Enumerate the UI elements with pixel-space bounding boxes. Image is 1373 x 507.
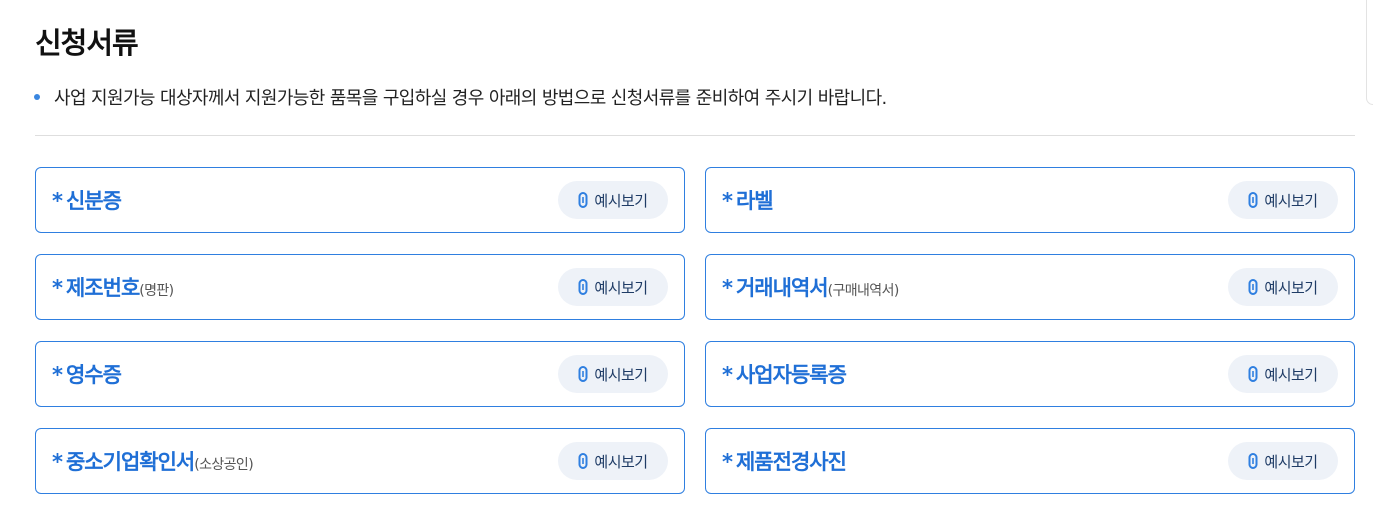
example-view-button[interactable]: 예시보기 [558, 442, 668, 480]
document-card: * 제조번호 (명판) 예시보기 [35, 254, 685, 320]
document-sub: (명판) [139, 283, 174, 299]
notice-text: 사업 지원가능 대상자께서 지원가능한 품목을 구입하실 경우 아래의 방법으로… [54, 88, 887, 109]
required-star: * [52, 276, 63, 300]
paperclip-icon [1248, 279, 1258, 295]
example-view-button[interactable]: 예시보기 [1228, 181, 1338, 219]
document-label: * 제품전경사진 [722, 446, 847, 476]
document-name: 중소기업확인서 [65, 450, 195, 474]
example-view-button[interactable]: 예시보기 [1228, 268, 1338, 306]
document-card: * 영수증 예시보기 [35, 341, 685, 407]
document-label: * 제조번호 (명판) [52, 272, 174, 302]
example-view-label: 예시보기 [594, 452, 648, 471]
side-panel-edge [1366, 0, 1373, 105]
notice: 사업 지원가능 대상자께서 지원가능한 품목을 구입하실 경우 아래의 방법으로… [34, 84, 887, 110]
required-star: * [722, 189, 733, 213]
document-name: 신분증 [65, 189, 122, 213]
document-sub: (소상공인) [194, 457, 254, 473]
paperclip-icon [1248, 192, 1258, 208]
example-view-label: 예시보기 [1264, 452, 1318, 471]
document-label: * 신분증 [52, 185, 122, 215]
paperclip-icon [578, 279, 588, 295]
example-view-label: 예시보기 [1264, 191, 1318, 210]
document-sub: (구매내역서) [827, 283, 900, 299]
document-label: * 중소기업확인서 (소상공인) [52, 446, 254, 476]
document-card: * 제품전경사진 예시보기 [705, 428, 1355, 494]
document-label: * 사업자등록증 [722, 359, 847, 389]
paperclip-icon [578, 192, 588, 208]
document-card: * 사업자등록증 예시보기 [705, 341, 1355, 407]
document-card: * 거래내역서 (구매내역서) 예시보기 [705, 254, 1355, 320]
document-name: 라벨 [735, 189, 774, 213]
document-name: 사업자등록증 [735, 363, 847, 387]
document-label: * 영수증 [52, 359, 122, 389]
document-name: 거래내역서 [735, 276, 829, 300]
document-name: 영수증 [65, 363, 122, 387]
document-name: 제품전경사진 [735, 450, 847, 474]
document-name: 제조번호 [65, 276, 140, 300]
example-view-button[interactable]: 예시보기 [1228, 442, 1338, 480]
example-view-label: 예시보기 [594, 278, 648, 297]
paperclip-icon [578, 453, 588, 469]
document-card: * 중소기업확인서 (소상공인) 예시보기 [35, 428, 685, 494]
page-title: 신청서류 [35, 26, 139, 60]
example-view-button[interactable]: 예시보기 [558, 268, 668, 306]
divider [35, 135, 1355, 136]
example-view-label: 예시보기 [1264, 278, 1318, 297]
example-view-label: 예시보기 [594, 365, 648, 384]
paperclip-icon [578, 366, 588, 382]
document-card: * 라벨 예시보기 [705, 167, 1355, 233]
required-star: * [52, 450, 63, 474]
document-label: * 거래내역서 (구매내역서) [722, 272, 899, 302]
example-view-label: 예시보기 [1264, 365, 1318, 384]
example-view-label: 예시보기 [594, 191, 648, 210]
required-star: * [722, 450, 733, 474]
document-card: * 신분증 예시보기 [35, 167, 685, 233]
page: 신청서류 사업 지원가능 대상자께서 지원가능한 품목을 구입하실 경우 아래의… [0, 0, 1373, 507]
paperclip-icon [1248, 366, 1258, 382]
example-view-button[interactable]: 예시보기 [1228, 355, 1338, 393]
example-view-button[interactable]: 예시보기 [558, 355, 668, 393]
required-star: * [52, 189, 63, 213]
example-view-button[interactable]: 예시보기 [558, 181, 668, 219]
document-label: * 라벨 [722, 185, 774, 215]
document-grid: * 신분증 예시보기 * 라벨 예시보기 * 제조번호 (명판) 예시보기 * … [35, 167, 1355, 494]
required-star: * [722, 363, 733, 387]
required-star: * [52, 363, 63, 387]
required-star: * [722, 276, 733, 300]
paperclip-icon [1248, 453, 1258, 469]
bullet-dot [34, 94, 40, 100]
